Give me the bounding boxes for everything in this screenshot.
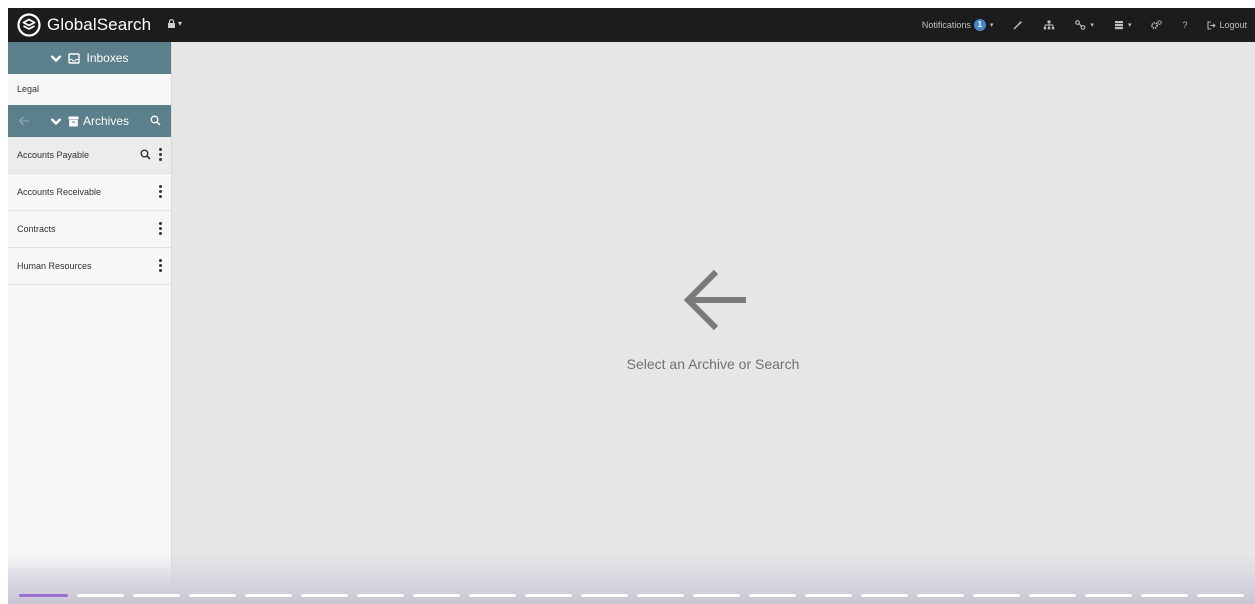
more-options-icon[interactable] (159, 222, 163, 235)
more-options-icon[interactable] (159, 185, 163, 198)
more-options-icon[interactable] (159, 259, 163, 272)
chevron-down-icon (50, 117, 62, 125)
app-frame: GlobalSearch ▾ Notifications 1 ▾ ▾ ▾ ? L… (8, 8, 1255, 604)
notifications-badge: 1 (973, 19, 986, 31)
chevron-down-icon: ▾ (989, 22, 994, 29)
pager-segment[interactable] (861, 594, 908, 597)
sitemap-icon (1044, 20, 1055, 30)
pager-segment[interactable] (749, 594, 796, 597)
top-navbar: GlobalSearch ▾ Notifications 1 ▾ ▾ ▾ ? L… (8, 8, 1255, 42)
pager-segment[interactable] (805, 594, 852, 597)
pager-segment[interactable] (973, 594, 1020, 597)
pager-segment[interactable] (1085, 594, 1132, 597)
workflow-menu[interactable]: ▾ (1075, 20, 1094, 30)
empty-state-message: Select an Archive or Search (626, 356, 800, 372)
archive-icon (68, 116, 79, 126)
logout-label: Logout (1219, 20, 1247, 30)
notifications-menu[interactable]: Notifications 1 ▾ (921, 19, 994, 31)
nav-actions: Notifications 1 ▾ ▾ ▾ ? Logout (922, 8, 1247, 42)
settings-button[interactable] (1151, 20, 1163, 30)
inbox-item-label: Legal (17, 84, 40, 94)
archive-item-label: Contracts (17, 224, 56, 234)
pager-segment[interactable] (189, 594, 236, 597)
pager-segment[interactable] (469, 594, 516, 597)
slide-pager (19, 594, 1244, 598)
pager-segment[interactable] (917, 594, 964, 597)
notifications-label: Notifications (921, 20, 971, 30)
chevron-down-icon: ▾ (178, 19, 183, 28)
pager-segment[interactable] (1029, 594, 1076, 597)
search-icon[interactable] (140, 149, 151, 160)
sitemap-button[interactable] (1043, 20, 1055, 30)
database-icon (1114, 21, 1123, 30)
pager-segment[interactable] (1197, 594, 1244, 597)
pager-segment[interactable] (693, 594, 740, 597)
archive-item-label: Human Resources (17, 261, 92, 271)
app-name: GlobalSearch (47, 15, 152, 34)
archive-item-label: Accounts Receivable (17, 187, 102, 197)
database-menu[interactable]: ▾ (1114, 20, 1132, 30)
pager-segment[interactable] (133, 594, 180, 597)
pager-segment[interactable] (581, 594, 628, 597)
globalsearch-logo-icon (17, 13, 41, 37)
pager-segment[interactable] (637, 594, 684, 597)
chevron-down-icon: ▾ (1127, 22, 1132, 29)
pager-segment[interactable] (245, 594, 292, 597)
lock-icon (168, 19, 175, 28)
help-button[interactable]: ? (1182, 20, 1187, 30)
archives-header: Archives (8, 105, 171, 137)
archive-item-accounts-receivable[interactable]: Accounts Receivable (8, 174, 171, 211)
gears-icon (1151, 20, 1163, 29)
inboxes-header[interactable]: Inboxes (8, 42, 171, 74)
archive-item-accounts-payable[interactable]: Accounts Payable (8, 137, 171, 174)
pager-segment[interactable] (525, 594, 572, 597)
pager-segment[interactable] (1141, 594, 1188, 597)
arrow-left-icon (683, 269, 746, 331)
inbox-item-legal[interactable]: Legal (8, 74, 171, 104)
magic-wand-icon (1013, 20, 1023, 30)
pager-segment[interactable] (19, 594, 68, 597)
archives-toggle[interactable]: Archives (8, 105, 171, 137)
help-icon: ? (1182, 20, 1188, 30)
pager-segment[interactable] (77, 594, 124, 597)
inboxes-title: Inboxes (86, 51, 129, 65)
pager-segment[interactable] (301, 594, 348, 597)
chevron-down-icon (51, 54, 62, 62)
pager-segment[interactable] (413, 594, 460, 597)
main-content: Select an Archive or Search (171, 42, 1255, 604)
archive-item-contracts[interactable]: Contracts (8, 211, 171, 248)
sidebar: Inboxes Legal Archives Accounts Payable … (8, 42, 172, 604)
sign-out-icon (1207, 21, 1217, 29)
pager-segment[interactable] (357, 594, 404, 597)
lock-menu[interactable]: ▾ (167, 19, 182, 28)
archives-title: Archives (82, 114, 129, 128)
chevron-down-icon: ▾ (1090, 22, 1094, 29)
more-options-icon[interactable] (159, 148, 163, 161)
archive-item-label: Accounts Payable (17, 150, 90, 160)
inbox-icon (68, 52, 81, 64)
brand[interactable]: GlobalSearch (17, 13, 151, 37)
search-icon[interactable] (150, 115, 161, 126)
workflow-icon (1075, 20, 1086, 30)
logout-button[interactable]: Logout (1207, 20, 1247, 30)
archive-item-human-resources[interactable]: Human Resources (8, 248, 171, 285)
magic-wand-button[interactable] (1013, 20, 1023, 30)
